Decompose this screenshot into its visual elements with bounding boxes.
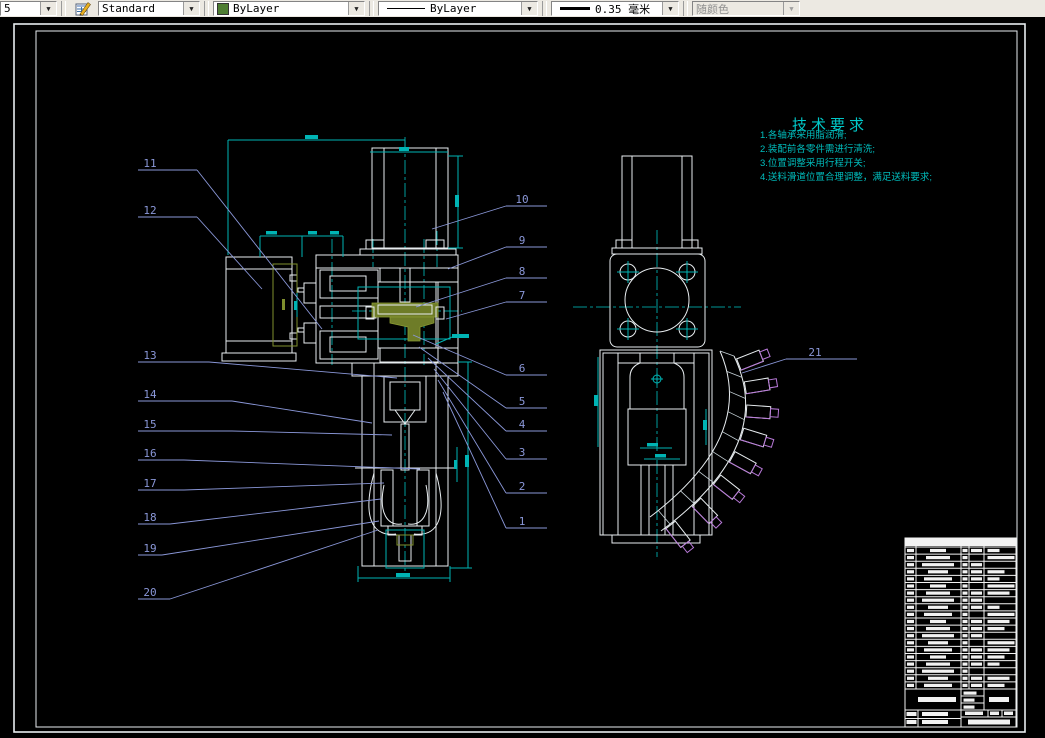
tech-requirements-item: 4.送料滑道位置合理调整，满足送料要求; xyxy=(760,171,932,183)
callout-label: 7 xyxy=(519,289,526,302)
toolbar-separator xyxy=(61,1,66,16)
callout-label: 13 xyxy=(143,349,156,362)
layer-combo-value: 5 xyxy=(4,2,11,15)
callout-label: 1 xyxy=(519,515,526,528)
plot-style-value: 随颜色 xyxy=(696,2,729,16)
chevron-down-icon[interactable]: ▼ xyxy=(521,2,537,15)
callout-label: 2 xyxy=(519,480,526,493)
workpiece xyxy=(712,474,746,504)
layer-combo-partial[interactable]: 5 ▼ xyxy=(0,1,57,16)
sheet-border xyxy=(13,23,1026,733)
callout-label: 3 xyxy=(519,446,526,459)
callout-label: 14 xyxy=(143,388,157,401)
model-space-viewport[interactable]: 11 12 13 14 15 16 17 18 19 20 10 9 8 7 6 5 4 3 2 1 21 技术要求 1.… xyxy=(0,17,1045,738)
toolbar-separator xyxy=(542,1,547,16)
tech-requirements-item: 1.各轴承采用脂润滑; xyxy=(760,129,847,141)
text-style-value: Standard xyxy=(102,2,155,15)
chevron-down-icon: ▼ xyxy=(783,2,799,15)
callout-label: 17 xyxy=(143,477,156,490)
toolbar-separator xyxy=(683,1,688,16)
linetype-control-combo[interactable]: ByLayer ▼ xyxy=(378,1,538,16)
lineweight-value: 0.35 毫米 xyxy=(595,2,651,16)
chevron-down-icon[interactable]: ▼ xyxy=(348,2,364,15)
callout-label: 6 xyxy=(519,362,526,375)
bylayer-color-swatch xyxy=(217,2,229,15)
linetype-value: ByLayer xyxy=(430,2,477,15)
callout-label: 10 xyxy=(515,193,528,206)
workpiece xyxy=(665,520,695,554)
workpiece xyxy=(691,497,723,529)
callout-label: 21 xyxy=(808,346,821,359)
callout-label: 4 xyxy=(519,418,526,431)
lineweight-sample-icon xyxy=(560,7,590,10)
color-control-combo[interactable]: ByLayer ▼ xyxy=(213,1,365,16)
workpiece xyxy=(745,404,780,420)
color-value: ByLayer xyxy=(233,2,280,15)
part-callouts: 111213141516171819201098765432121 xyxy=(138,157,857,600)
workpiece xyxy=(743,377,779,395)
main-section-view xyxy=(221,137,462,573)
chevron-down-icon[interactable]: ▼ xyxy=(183,2,199,15)
workpiece xyxy=(739,427,775,448)
toolbar-separator xyxy=(204,1,209,16)
cad-application-window: 5 ▼ Standard ▼ ByLayer ▼ ByLayer ▼ 0.35 … xyxy=(0,0,1045,738)
text-style-combo[interactable]: Standard ▼ xyxy=(98,1,200,16)
linetype-sample-icon xyxy=(387,8,425,9)
text-style-manager-button[interactable] xyxy=(70,0,96,17)
plot-style-combo: 随颜色 ▼ xyxy=(692,1,800,16)
side-box xyxy=(221,256,298,362)
callout-label: 20 xyxy=(143,586,156,599)
callout-label: 19 xyxy=(143,542,156,555)
cad-drawing: 111213141516171819201098765432121 技术要求1.… xyxy=(13,23,1026,733)
technical-requirements-note: 技术要求1.各轴承采用脂润滑;2.装配前各零件需进行清洗;3.位置调整采用行程开… xyxy=(760,117,932,183)
object-properties-toolbar: 5 ▼ Standard ▼ ByLayer ▼ ByLayer ▼ 0.35 … xyxy=(0,0,1045,18)
workpiece xyxy=(728,451,763,477)
title-block-table xyxy=(904,537,1017,728)
callout-label: 15 xyxy=(143,418,156,431)
callout-label: 16 xyxy=(143,447,156,460)
feeding-chute xyxy=(649,348,780,554)
toolbar-separator xyxy=(369,1,374,16)
lineweight-control-combo[interactable]: 0.35 毫米 ▼ xyxy=(551,1,679,16)
callout-label: 9 xyxy=(519,234,526,247)
tech-requirements-item: 3.位置调整采用行程开关; xyxy=(760,157,866,169)
chevron-down-icon[interactable]: ▼ xyxy=(662,2,678,15)
side-view xyxy=(573,155,741,557)
callout-label: 11 xyxy=(143,157,156,170)
callout-label: 12 xyxy=(143,204,156,217)
workpiece xyxy=(735,348,771,371)
callout-label: 5 xyxy=(519,395,526,408)
callout-label: 18 xyxy=(143,511,156,524)
tech-requirements-item: 2.装配前各零件需进行清洗; xyxy=(760,143,875,155)
chevron-down-icon[interactable]: ▼ xyxy=(40,2,56,15)
callout-label: 8 xyxy=(519,265,526,278)
layer-edit-icon xyxy=(75,2,91,16)
